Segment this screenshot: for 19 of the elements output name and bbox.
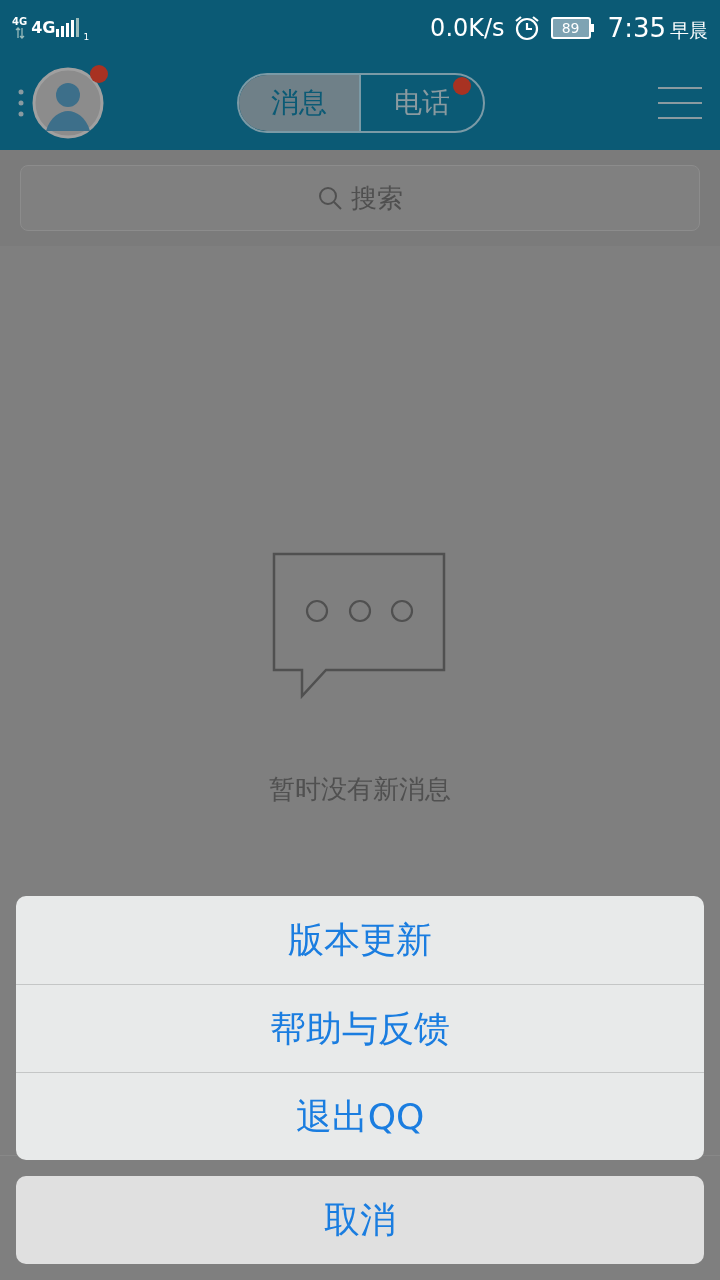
data-arrows-icon <box>14 27 25 39</box>
search-icon <box>317 185 343 211</box>
empty-message-icon <box>272 552 448 700</box>
network-label: 4G <box>12 17 28 27</box>
menu-item[interactable]: 版本更新 <box>16 896 704 984</box>
segment-tab[interactable]: 消息 <box>239 75 361 131</box>
clock-time: 7:35 <box>607 11 666 45</box>
segment-tab[interactable]: 电话 <box>361 75 483 131</box>
cancel-button[interactable]: 取消 <box>16 1176 704 1264</box>
network-speed: 0.0K/s <box>430 13 505 44</box>
sim-label: 1 <box>83 30 90 44</box>
battery-level: 89 <box>561 21 580 35</box>
network-label: 4G <box>31 17 56 39</box>
avatar[interactable] <box>32 67 104 139</box>
clock-period: 早晨 <box>670 17 708 43</box>
more-dots-icon[interactable] <box>18 89 24 117</box>
menu-item[interactable]: 帮助与反馈 <box>16 984 704 1072</box>
menu-item[interactable]: 退出QQ <box>16 1072 704 1160</box>
menu-icon[interactable] <box>658 86 702 120</box>
